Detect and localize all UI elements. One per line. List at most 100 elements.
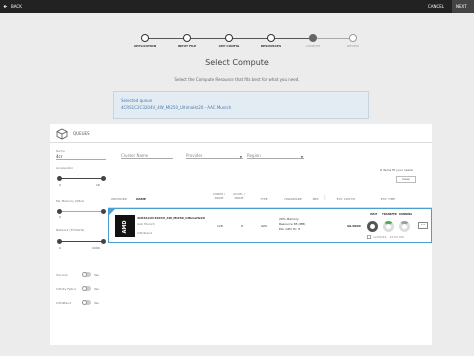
row-menu-button[interactable]: … xyxy=(418,222,428,229)
gauge-label-wait: WAIT xyxy=(370,213,378,216)
top-bar: BACK CANCEL NEXT xyxy=(0,0,474,13)
step-label: APPLICATION xyxy=(133,44,157,48)
slider-handle-min[interactable] xyxy=(57,176,62,181)
clear-button[interactable]: Clear xyxy=(396,176,416,183)
arrow-left-icon xyxy=(3,4,7,9)
step-application[interactable]: APPLICATION xyxy=(125,34,165,48)
column-header-hardware[interactable]: HARDWARE xyxy=(280,197,306,201)
network-max: 1000 xyxy=(92,246,100,250)
column-header-name[interactable]: NAME xyxy=(134,197,148,201)
slider-fill xyxy=(59,241,103,242)
row-type: GPU xyxy=(261,224,268,228)
cube-icon xyxy=(56,128,68,140)
memory-slider[interactable] xyxy=(57,209,106,214)
gauge-label-running: RUNNING xyxy=(399,213,413,216)
infiniband-toggle[interactable] xyxy=(82,300,91,305)
more-vertical-icon[interactable]: ⋮ xyxy=(322,195,328,201)
amd-logo-text: AMD xyxy=(122,220,128,234)
table-header: PROVIDER NAME CORES / NODE ACCEL / NODE … xyxy=(108,190,432,208)
step-resources[interactable]: RESOURCES xyxy=(251,34,291,48)
cluster-filter[interactable]: Cluster Name xyxy=(121,152,173,159)
toggle-knob xyxy=(82,286,87,291)
step-dot-future xyxy=(349,34,357,42)
provider-select[interactable]: Provider ▼ xyxy=(186,152,243,159)
provider-select-value[interactable]: Provider xyxy=(186,153,243,159)
toggle-knob xyxy=(82,272,87,277)
cluster-filter-input[interactable]: Cluster Name xyxy=(121,153,173,159)
network-slider[interactable] xyxy=(57,239,106,244)
toggle-value: Yes xyxy=(94,301,99,305)
column-header-type[interactable]: TYPE xyxy=(258,197,270,201)
selected-queue-box: Selected queue 4CRS1C2C3204V_4W_MI250_Ul… xyxy=(113,91,369,119)
slider-fill xyxy=(59,178,103,179)
row-name: 4CRS1C2C3204V_4W_MI250_UltimaHz20 xyxy=(137,216,205,220)
running-gauge xyxy=(399,221,410,232)
selected-queue-value: 4CRS1C2C3204V_4W_MI250_UltimaHz20 - AAC … xyxy=(121,105,232,110)
toggle-value: Yes xyxy=(94,287,99,291)
row-cost: $0.0000 xyxy=(347,224,361,228)
memory-label: Per Memory (GB/s) xyxy=(56,199,85,203)
queues-title: QUEUES xyxy=(73,131,90,136)
row-tag: Infiniband xyxy=(137,231,152,235)
queues-header: QUEUES xyxy=(50,124,432,143)
row-cores: 128 xyxy=(217,224,223,228)
wizard-stepper: APPLICATION INPUT FILE APP CONFIG RESOUR… xyxy=(125,32,359,52)
step-label: RESOURCES xyxy=(260,44,282,48)
step-label: COMPUTE xyxy=(305,44,321,48)
amd-logo: AMD xyxy=(115,215,135,237)
row-site: AAC Munich xyxy=(137,222,155,226)
toggle-value: Yes xyxy=(94,273,99,277)
next-label: NEXT xyxy=(456,4,467,9)
column-header-accel[interactable]: ACCEL / NODE xyxy=(232,192,246,200)
step-app-config[interactable]: APP CONFIG xyxy=(209,34,249,48)
calendar-icon xyxy=(367,235,371,239)
page-title: Select Compute xyxy=(205,58,269,67)
transfer-gauge xyxy=(383,221,394,232)
slider-handle-max[interactable] xyxy=(101,239,106,244)
infinity-fabric-toggle[interactable] xyxy=(82,286,91,291)
slider-handle-max[interactable] xyxy=(101,176,106,181)
column-header-time[interactable]: EST. TIME xyxy=(378,197,398,201)
row-hardware-line: Est. GPU Hr: 8 xyxy=(279,227,301,231)
name-filter-input[interactable]: 4cr xyxy=(56,154,106,160)
memory-min: 0 xyxy=(59,215,61,219)
chevron-down-icon: ▼ xyxy=(300,155,303,159)
row-hardware-line: Resource 85 (MB) xyxy=(279,222,306,226)
region-select[interactable]: Region ▼ xyxy=(247,152,304,159)
toggle-knob xyxy=(82,300,87,305)
slider-handle-max[interactable] xyxy=(101,209,106,214)
next-button[interactable]: NEXT xyxy=(452,0,474,13)
network-min: 0 xyxy=(59,246,61,250)
column-header-cost[interactable]: EST. COST/H xyxy=(334,197,358,201)
step-label: INPUT FILE xyxy=(177,44,197,48)
selected-queue-heading: Selected queue xyxy=(121,98,153,103)
step-review[interactable]: REVIEW xyxy=(333,34,373,48)
step-label: APP CONFIG xyxy=(218,44,240,48)
name-filter-label: Name xyxy=(56,149,65,153)
name-filter[interactable]: Name 4cr xyxy=(56,149,106,160)
step-dot xyxy=(183,34,191,42)
accelerator-min: 0 xyxy=(59,183,61,187)
gauge-label-transfer: TRANSFER xyxy=(382,213,397,216)
column-header-pre[interactable]: PRE. xyxy=(310,197,322,201)
slider-handle-min[interactable] xyxy=(57,239,62,244)
column-header-cores[interactable]: CORES / NODE xyxy=(212,192,226,200)
column-header-provider[interactable]: PROVIDER xyxy=(108,197,130,201)
accelerator-slider[interactable] xyxy=(57,176,106,181)
chevron-down-icon: ▼ xyxy=(239,155,242,159)
step-dot xyxy=(141,34,149,42)
accelerator-max: 16 xyxy=(96,183,100,187)
step-input-file[interactable]: INPUT FILE xyxy=(167,34,207,48)
step-dot xyxy=(267,34,275,42)
network-label: Network (TOUGHz) xyxy=(56,228,85,232)
region-select-value[interactable]: Region xyxy=(247,153,304,159)
via-link-toggle[interactable] xyxy=(82,272,91,277)
slider-handle-min[interactable] xyxy=(57,209,62,214)
back-label: BACK xyxy=(11,4,22,9)
cancel-button[interactable]: CANCEL xyxy=(428,4,444,9)
step-dot-current xyxy=(309,34,317,42)
back-button[interactable]: BACK xyxy=(3,4,22,9)
table-row-selected[interactable]: AMD 4CRS1C2C3204V_4W_MI250_UltimaHz20 AA… xyxy=(108,208,432,243)
step-dot xyxy=(225,34,233,42)
step-compute[interactable]: COMPUTE xyxy=(293,34,333,48)
